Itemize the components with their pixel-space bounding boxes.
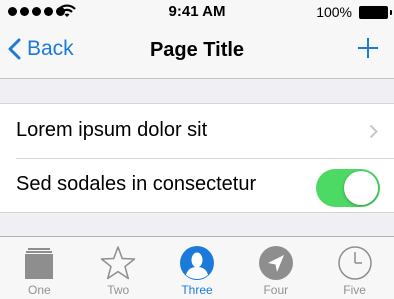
add-button[interactable] bbox=[356, 36, 380, 60]
toggle-knob bbox=[344, 171, 378, 205]
tab-five[interactable]: Five bbox=[315, 237, 394, 299]
list-item: Sed sodales in consectetur bbox=[0, 158, 394, 212]
tab-four[interactable]: Four bbox=[236, 237, 315, 299]
settings-list: Lorem ipsum dolor sit Sed sodales in con… bbox=[0, 103, 394, 213]
toggle-switch[interactable] bbox=[316, 169, 380, 207]
tab-label: One bbox=[28, 283, 51, 297]
battery-percent: 100% bbox=[316, 4, 352, 20]
tab-two[interactable]: Two bbox=[79, 237, 158, 299]
tab-label: Five bbox=[343, 283, 366, 297]
tab-three[interactable]: Three bbox=[158, 237, 237, 299]
list-item[interactable]: Lorem ipsum dolor sit bbox=[0, 104, 394, 158]
square-icon bbox=[25, 248, 54, 279]
clock-icon bbox=[337, 246, 372, 280]
list-item-label: Lorem ipsum dolor sit bbox=[16, 119, 208, 141]
tab-label: Three bbox=[181, 283, 213, 297]
tab-label: Two bbox=[107, 283, 130, 297]
battery-icon bbox=[359, 6, 392, 19]
tab-one[interactable]: One bbox=[0, 237, 79, 299]
page-title: Page Title bbox=[149, 39, 245, 61]
navigation-bar: Back Page Title bbox=[0, 24, 394, 79]
person-icon bbox=[179, 246, 214, 280]
location-arrow-icon bbox=[258, 246, 293, 280]
tab-label: Four bbox=[263, 283, 289, 297]
list-item-label: Sed sodales in consectetur bbox=[16, 173, 257, 195]
tab-bar: One Two Three Four Five bbox=[0, 236, 394, 299]
status-bar: 9:41 AM 100% bbox=[0, 0, 394, 24]
star-icon bbox=[100, 246, 136, 280]
chevron-right-icon bbox=[369, 124, 378, 139]
